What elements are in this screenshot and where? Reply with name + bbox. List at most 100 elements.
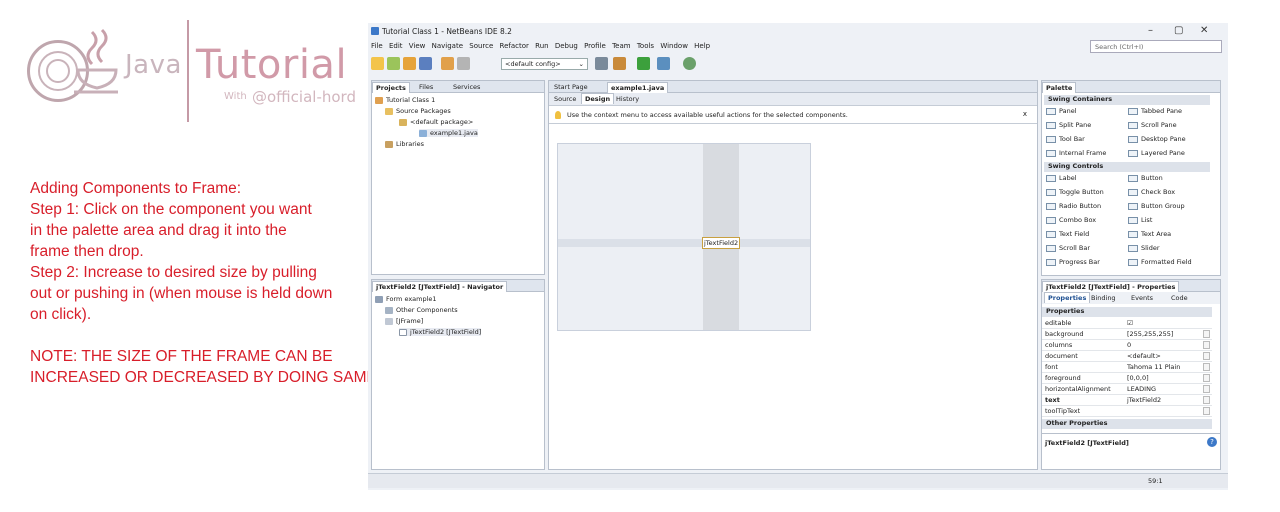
view-history[interactable]: History <box>613 94 642 104</box>
open-project-icon[interactable] <box>403 57 416 70</box>
tab-properties-window[interactable]: jTextField2 [JTextField] - Properties <box>1042 281 1180 292</box>
menu-help[interactable]: Help <box>694 42 710 50</box>
palette-list[interactable]: List <box>1128 216 1152 224</box>
tree-example1-java[interactable]: example1.java <box>419 129 478 137</box>
prop-horizontal-alignment[interactable]: horizontalAlignment LEADING <box>1042 384 1212 395</box>
palette-check-box[interactable]: Check Box <box>1128 188 1175 196</box>
ellipsis-button[interactable] <box>1203 374 1210 382</box>
menu-profile[interactable]: Profile <box>584 42 606 50</box>
tree-jtextfield2[interactable]: jTextField2 [JTextField] <box>399 328 482 336</box>
new-file-icon[interactable] <box>387 57 400 70</box>
ellipsis-button[interactable] <box>1203 396 1210 404</box>
view-source[interactable]: Source <box>551 94 579 104</box>
debug-icon[interactable] <box>657 57 670 70</box>
palette-tool-bar[interactable]: Tool Bar <box>1046 135 1085 143</box>
menu-refactor[interactable]: Refactor <box>500 42 529 50</box>
other-properties-section[interactable]: Other Properties <box>1042 419 1212 429</box>
menu-run[interactable]: Run <box>535 42 548 50</box>
prop-font[interactable]: font Tahoma 11 Plain <box>1042 362 1212 373</box>
tab-start-page[interactable]: Start Page <box>551 82 591 92</box>
palette-scroll-bar[interactable]: Scroll Bar <box>1046 244 1090 252</box>
build-icon[interactable] <box>595 57 608 70</box>
menu-navigate[interactable]: Navigate <box>432 42 463 50</box>
tree-form[interactable]: Form example1 <box>375 295 437 303</box>
palette-tabbed-pane[interactable]: Tabbed Pane <box>1128 107 1182 115</box>
ellipsis-button[interactable] <box>1203 341 1210 349</box>
config-select[interactable]: <default config> ⌄ <box>501 58 588 70</box>
prop-background[interactable]: background [255,255,255] <box>1042 329 1212 340</box>
jtextfield2-component[interactable]: jTextField2 <box>702 237 740 249</box>
tree-libraries[interactable]: Libraries <box>385 140 424 148</box>
menu-file[interactable]: File <box>371 42 383 50</box>
subtab-binding[interactable]: Binding <box>1088 293 1119 303</box>
close-window-button[interactable]: ✕ <box>1200 25 1208 36</box>
tab-example1-java[interactable]: example1.java <box>607 82 669 93</box>
run-icon[interactable] <box>637 57 650 70</box>
clean-build-icon[interactable] <box>613 57 626 70</box>
subtab-properties[interactable]: Properties <box>1044 292 1091 303</box>
subtab-code[interactable]: Code <box>1168 293 1191 303</box>
palette-group-containers[interactable]: Swing Containers <box>1044 95 1210 105</box>
palette-formatted-field[interactable]: Formatted Field <box>1128 258 1192 266</box>
tree-project-root[interactable]: Tutorial Class 1 <box>375 96 435 104</box>
ellipsis-button[interactable] <box>1203 363 1210 371</box>
palette-slider[interactable]: Slider <box>1128 244 1160 252</box>
menu-team[interactable]: Team <box>612 42 631 50</box>
palette-layered-pane[interactable]: Layered Pane <box>1128 149 1185 157</box>
tab-navigator[interactable]: jTextField2 [JTextField] - Navigator <box>372 281 508 292</box>
minimize-button[interactable]: – <box>1148 25 1153 36</box>
ellipsis-button[interactable] <box>1203 407 1210 415</box>
palette-group-controls[interactable]: Swing Controls <box>1044 162 1210 172</box>
save-all-icon[interactable] <box>419 57 432 70</box>
subtab-events[interactable]: Events <box>1128 293 1156 303</box>
tree-source-packages[interactable]: Source Packages <box>385 107 451 115</box>
menu-view[interactable]: View <box>409 42 426 50</box>
profile-icon[interactable] <box>683 57 696 70</box>
palette-panel-item[interactable]: Panel <box>1046 107 1077 115</box>
tree-jframe[interactable]: [JFrame] <box>385 317 423 325</box>
palette-button-group[interactable]: Button Group <box>1128 202 1185 210</box>
palette-progress-bar[interactable]: Progress Bar <box>1046 258 1100 266</box>
menu-source[interactable]: Source <box>469 42 493 50</box>
ellipsis-button[interactable] <box>1203 330 1210 338</box>
prop-tooltip-text[interactable]: toolTipText <box>1042 406 1212 417</box>
search-input[interactable]: Search (Ctrl+I) <box>1090 40 1222 53</box>
palette-button[interactable]: Button <box>1128 174 1163 182</box>
palette-split-pane[interactable]: Split Pane <box>1046 121 1091 129</box>
new-project-icon[interactable] <box>371 57 384 70</box>
tab-palette[interactable]: Palette <box>1042 82 1077 93</box>
menu-debug[interactable]: Debug <box>555 42 578 50</box>
help-icon[interactable]: ? <box>1207 437 1217 447</box>
menu-tools[interactable]: Tools <box>637 42 654 50</box>
palette-text-field[interactable]: Text Field <box>1046 230 1089 238</box>
menu-window[interactable]: Window <box>660 42 688 50</box>
hint-close-button[interactable]: x <box>1023 110 1027 118</box>
tree-other-components[interactable]: Other Components <box>385 306 458 314</box>
menu-edit[interactable]: Edit <box>389 42 403 50</box>
palette-text-area[interactable]: Text Area <box>1128 230 1171 238</box>
prop-columns[interactable]: columns 0 <box>1042 340 1212 351</box>
jframe-design-area[interactable]: jTextField2 <box>557 143 811 331</box>
prop-editable[interactable]: editable ☑ <box>1042 318 1212 329</box>
palette-combo-box[interactable]: Combo Box <box>1046 216 1096 224</box>
tree-default-package[interactable]: <default package> <box>399 118 473 126</box>
tab-services[interactable]: Services <box>450 82 483 92</box>
ellipsis-button[interactable] <box>1203 385 1210 393</box>
redo-icon[interactable] <box>457 57 470 70</box>
tab-projects[interactable]: Projects <box>372 82 410 93</box>
view-design[interactable]: Design <box>581 93 615 104</box>
prop-foreground[interactable]: foreground [0,0,0] <box>1042 373 1212 384</box>
properties-section[interactable]: Properties <box>1042 307 1212 317</box>
ellipsis-button[interactable] <box>1203 352 1210 360</box>
undo-icon[interactable] <box>441 57 454 70</box>
palette-scroll-pane[interactable]: Scroll Pane <box>1128 121 1177 129</box>
prop-text[interactable]: text jTextField2 <box>1042 395 1212 406</box>
tab-files[interactable]: Files <box>416 82 436 92</box>
maximize-button[interactable]: ▢ <box>1174 25 1183 36</box>
palette-toggle-button[interactable]: Toggle Button <box>1046 188 1104 196</box>
palette-desktop-pane[interactable]: Desktop Pane <box>1128 135 1186 143</box>
palette-label-item[interactable]: Label <box>1046 174 1077 182</box>
palette-internal-frame[interactable]: Internal Frame <box>1046 149 1106 157</box>
prop-document[interactable]: document <default> <box>1042 351 1212 362</box>
palette-radio-button[interactable]: Radio Button <box>1046 202 1101 210</box>
